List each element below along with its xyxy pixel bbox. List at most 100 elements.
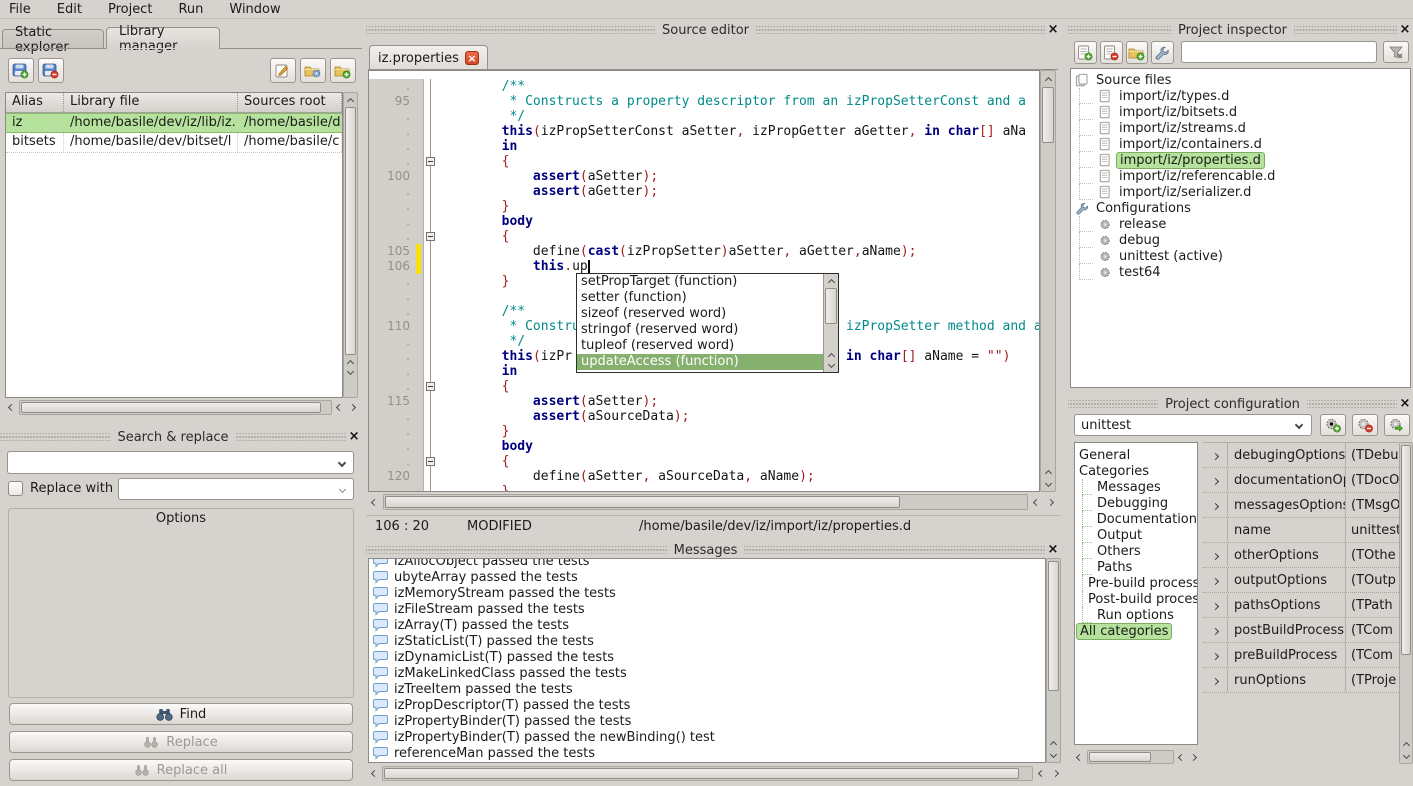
- menu-item-project[interactable]: Project: [108, 2, 152, 17]
- library-toolbar-open-library-sources[interactable]: [300, 58, 326, 83]
- scroll-up-icon[interactable]: [344, 93, 357, 107]
- library-toolbar-edit-library[interactable]: [270, 58, 296, 83]
- scroll-up-icon[interactable]: [1047, 736, 1060, 749]
- project-configuration-close-icon[interactable]: ×: [1397, 397, 1413, 411]
- code-line[interactable]: . in: [369, 139, 1039, 154]
- library-toolbar-add-library[interactable]: [8, 58, 34, 83]
- completion-item[interactable]: sizeof (reserved word): [577, 306, 823, 322]
- project-inspector-close-icon[interactable]: ×: [1397, 23, 1413, 37]
- editor-hthumb[interactable]: [385, 496, 900, 508]
- tree-item[interactable]: import/iz/properties.d: [1075, 152, 1410, 168]
- message-item[interactable]: referenceMan passed the tests: [373, 745, 1025, 761]
- menu-item-run[interactable]: Run: [178, 2, 203, 17]
- category-item[interactable]: Messages: [1079, 479, 1197, 495]
- configuration-toolbar-clone-configuration[interactable]: [1384, 414, 1410, 436]
- column-header-sources-root[interactable]: Sources root: [238, 93, 342, 112]
- property-row[interactable]: documentationOptions(TDocO: [1203, 468, 1399, 493]
- scroll-up-icon[interactable]: [1400, 737, 1412, 750]
- expand-icon[interactable]: [1203, 674, 1227, 687]
- property-row[interactable]: nameunittest: [1203, 518, 1399, 543]
- editor-vthumb[interactable]: [1042, 87, 1054, 143]
- completion-item[interactable]: updateAccess (function): [577, 354, 823, 370]
- code-line[interactable]: . this(izPropSetterConst aSetter, izProp…: [369, 124, 1039, 139]
- library-table-vthumb[interactable]: [345, 107, 356, 355]
- tree-item[interactable]: import/iz/referencable.d: [1075, 168, 1410, 184]
- replace-with-checkbox[interactable]: [8, 481, 23, 496]
- expand-icon[interactable]: [1203, 574, 1227, 587]
- code-line[interactable]: . {: [369, 379, 1039, 394]
- message-item[interactable]: izDynamicList(T) passed the tests: [373, 649, 1025, 665]
- property-row[interactable]: runOptions(TProje: [1203, 668, 1399, 693]
- inspector-toolbar-tools[interactable]: [1151, 41, 1174, 64]
- property-row[interactable]: otherOptions(TOthe: [1203, 543, 1399, 568]
- tree-item[interactable]: Configurations: [1075, 200, 1410, 216]
- table-row[interactable]: bitsets/home/basile/dev/bitset/l/home/ba…: [6, 133, 342, 153]
- fold-collapse-icon[interactable]: [426, 157, 435, 166]
- library-toolbar-add-library-folder[interactable]: [330, 58, 356, 83]
- fold-collapse-icon[interactable]: [426, 382, 435, 391]
- tree-item[interactable]: import/iz/streams.d: [1075, 120, 1410, 136]
- property-row[interactable]: outputOptions(TOutp: [1203, 568, 1399, 593]
- inspector-filter-input[interactable]: [1181, 41, 1377, 63]
- fold-collapse-icon[interactable]: [426, 232, 435, 241]
- tab-library-manager[interactable]: Library manager: [106, 27, 220, 49]
- completion-popup[interactable]: setPropTarget (function)setter (function…: [576, 273, 839, 373]
- completion-thumb[interactable]: [825, 288, 837, 324]
- scroll-up-icon[interactable]: [824, 274, 838, 287]
- completion-item[interactable]: setPropTarget (function): [577, 274, 823, 290]
- tree-item[interactable]: Source files: [1075, 72, 1410, 88]
- completion-item[interactable]: stringof (reserved word): [577, 322, 823, 338]
- library-toolbar-remove-library[interactable]: [38, 58, 64, 83]
- scroll-down-icon[interactable]: [1047, 749, 1060, 762]
- code-line[interactable]: . */: [369, 109, 1039, 124]
- scroll-left-icon[interactable]: [1074, 750, 1085, 764]
- code-line[interactable]: . body: [369, 439, 1039, 454]
- category-item[interactable]: Pre-build process: [1079, 575, 1197, 591]
- replace-input[interactable]: [118, 478, 354, 500]
- scroll-left-icon[interactable]: [1035, 766, 1047, 781]
- editor-tab-close-icon[interactable]: ×: [465, 51, 479, 65]
- categories-hthumb[interactable]: [1089, 752, 1151, 762]
- scroll-left-icon[interactable]: [1030, 494, 1042, 510]
- category-item[interactable]: Categories: [1079, 463, 1197, 479]
- messages-vthumb[interactable]: [1048, 561, 1059, 691]
- editor-vscrollbar[interactable]: [1040, 70, 1056, 492]
- code-line[interactable]: . assert(aSourceData);: [369, 409, 1039, 424]
- inspector-toolbar-remove-file[interactable]: [1100, 41, 1123, 64]
- scroll-left-icon[interactable]: [334, 400, 345, 415]
- code-line[interactable]: 100 assert(aSetter);: [369, 169, 1039, 184]
- scroll-left-icon[interactable]: [1176, 750, 1186, 764]
- replace-all-button[interactable]: Replace all: [9, 759, 353, 781]
- expand-icon[interactable]: [1203, 649, 1227, 662]
- property-row[interactable]: pathsOptions(TPath: [1203, 593, 1399, 618]
- code-line[interactable]: . {: [369, 454, 1039, 469]
- table-row[interactable]: iz/home/basile/dev/iz/lib/iz./home/basil…: [6, 113, 342, 133]
- completion-item[interactable]: tupleof (reserved word): [577, 338, 823, 354]
- grid-vscrollbar[interactable]: [1399, 442, 1413, 764]
- inspector-toolbar-add-file[interactable]: [1074, 41, 1097, 64]
- menu-item-file[interactable]: File: [9, 2, 31, 17]
- category-item[interactable]: All categories: [1079, 623, 1197, 639]
- library-table-hthumb[interactable]: [21, 402, 321, 413]
- scroll-right-icon[interactable]: [1049, 766, 1061, 781]
- tree-item[interactable]: import/iz/bitsets.d: [1075, 104, 1410, 120]
- tree-item[interactable]: release: [1075, 216, 1410, 232]
- code-line[interactable]: 115 assert(aSetter);: [369, 394, 1039, 409]
- code-line[interactable]: 95 * Constructs a property descriptor fr…: [369, 94, 1039, 109]
- message-item[interactable]: ubyteArray passed the tests: [373, 569, 1025, 585]
- chevron-down-icon[interactable]: [1295, 421, 1303, 429]
- property-row[interactable]: postBuildProcess(TCom: [1203, 618, 1399, 643]
- editor-tab[interactable]: iz.properties ×: [369, 45, 488, 70]
- fold-collapse-icon[interactable]: [426, 457, 435, 466]
- messages-hthumb[interactable]: [384, 768, 1019, 779]
- menu-item-window[interactable]: Window: [229, 2, 280, 17]
- code-line[interactable]: . }: [369, 484, 1039, 492]
- scroll-left-icon[interactable]: [5, 400, 17, 415]
- messages-vscrollbar[interactable]: [1046, 558, 1061, 763]
- inspector-filter-button[interactable]: [1383, 41, 1409, 63]
- inspector-toolbar-add-folder[interactable]: [1126, 41, 1149, 64]
- message-item[interactable]: izTreeItem passed the tests: [373, 681, 1025, 697]
- tree-item[interactable]: import/iz/containers.d: [1075, 136, 1410, 152]
- column-header-alias[interactable]: Alias: [6, 93, 64, 112]
- search-input[interactable]: [7, 451, 354, 474]
